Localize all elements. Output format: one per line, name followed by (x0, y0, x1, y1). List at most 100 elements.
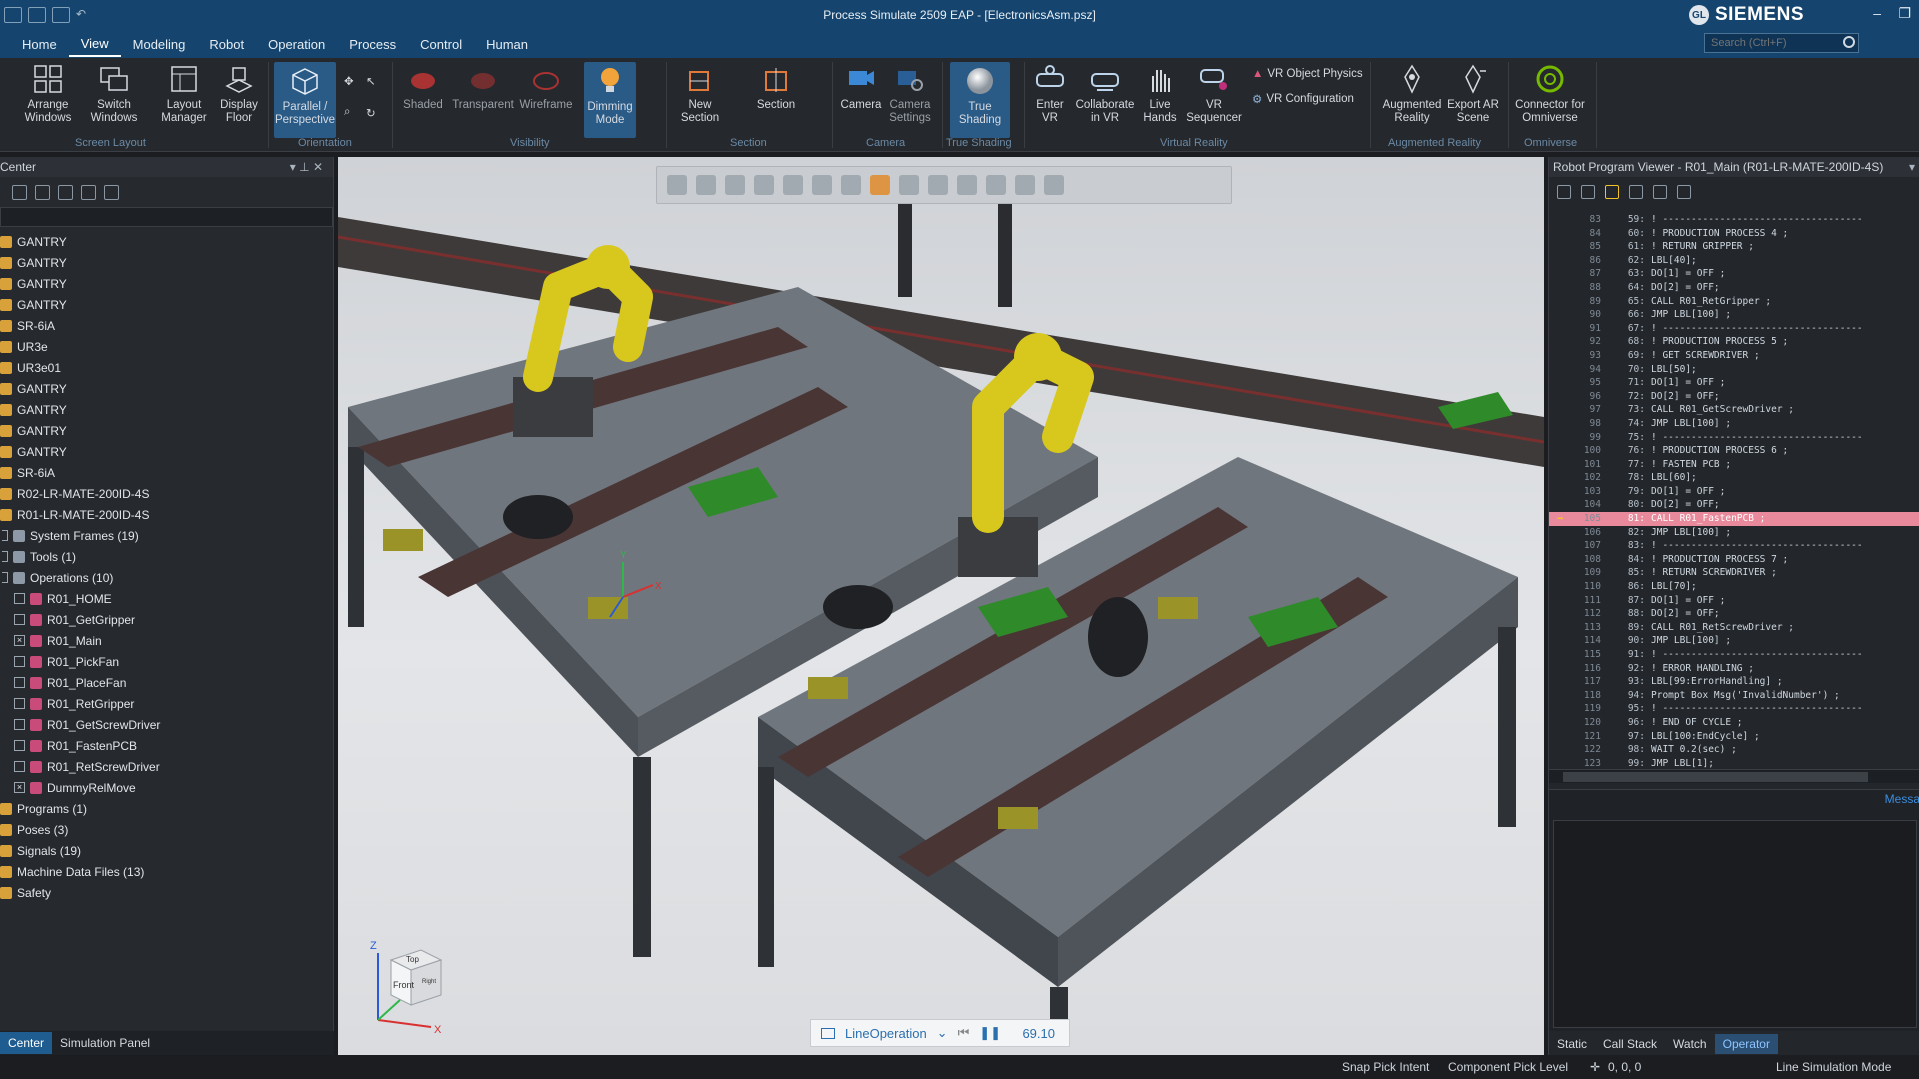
refresh-icon[interactable] (58, 184, 73, 200)
messages-title[interactable]: Messa (1885, 792, 1919, 806)
code-line[interactable]: 108 84: ! PRODUCTION PROCESS 7 ; (1549, 553, 1919, 567)
section-button[interactable]: Section (752, 62, 800, 112)
tree-item[interactable]: System Frames (19) (0, 525, 333, 546)
tab-center[interactable]: Center (0, 1032, 53, 1054)
tree-item[interactable]: R01_FastenPCB (0, 735, 333, 756)
tree-item[interactable]: Programs (1) (0, 798, 333, 819)
code-line[interactable]: 121 97: LBL[100:EndCycle] ; (1549, 730, 1919, 744)
program-list-icon[interactable] (1629, 185, 1643, 199)
checkbox[interactable] (14, 719, 25, 730)
orientation-cube[interactable]: Top Front Right Z X (366, 935, 456, 1035)
tree-item[interactable]: GANTRY (0, 378, 333, 399)
code-line[interactable]: 88 64: DO[2] = OFF; (1549, 281, 1919, 295)
tree-view-icon[interactable] (12, 184, 27, 200)
layout-manager-button[interactable]: Layout Manager (154, 62, 214, 125)
pause-button[interactable]: ❚❚ (979, 1025, 1001, 1041)
program-tree-icon[interactable] (1557, 185, 1571, 199)
code-line[interactable]: 100 76: ! PRODUCTION PROCESS 6 ; (1549, 444, 1919, 458)
code-line[interactable]: 85 61: ! RETURN GRIPPER ; (1549, 240, 1919, 254)
tab-view[interactable]: View (68, 32, 121, 57)
code-line[interactable]: 117 93: LBL[99:ErrorHandling] ; (1549, 675, 1919, 689)
rewind-button[interactable]: ⏮ (958, 1025, 970, 1041)
vr-object-physics-button[interactable]: ▲ VR Object Physics (1252, 68, 1363, 80)
code-line[interactable]: 106 82: JMP LBL[100] ; (1549, 526, 1919, 540)
tree-item[interactable]: R01_PlaceFan (0, 672, 333, 693)
cone-icon[interactable] (870, 175, 890, 195)
code-line[interactable]: 96 72: DO[2] = OFF; (1549, 390, 1919, 404)
code-line[interactable]: 95 71: DO[1] = OFF ; (1549, 376, 1919, 390)
tree-item[interactable]: GANTRY (0, 252, 333, 273)
code-line[interactable]: 107 83: ! --------------------------------… (1549, 539, 1919, 553)
tab-watch[interactable]: Watch (1665, 1034, 1715, 1054)
tree-item[interactable]: GANTRY (0, 231, 333, 252)
checkbox[interactable] (14, 698, 25, 709)
code-line[interactable]: 122 98: WAIT 0.2(sec) ; (1549, 743, 1919, 757)
tree-item[interactable]: GANTRY (0, 273, 333, 294)
tab-modeling[interactable]: Modeling (121, 33, 198, 56)
pan-icon[interactable]: ✥ (344, 74, 354, 88)
checkbox[interactable]: × (14, 782, 25, 793)
component-pick-level[interactable]: Component Pick Level (1448, 1060, 1568, 1074)
tree-item[interactable]: GANTRY (0, 294, 333, 315)
export-ar-button[interactable]: Export AR Scene (1442, 62, 1504, 125)
code-line[interactable]: 97 73: CALL R01_GetScrewDriver ; (1549, 403, 1919, 417)
parallel-perspective-button[interactable]: Parallel / Perspective (274, 62, 336, 138)
wireframe-button[interactable]: Wireframe (516, 62, 576, 112)
code-line[interactable]: 89 65: CALL R01_RetGripper ; (1549, 295, 1919, 309)
placement-icon[interactable] (1044, 175, 1064, 195)
checkbox[interactable] (14, 761, 25, 772)
zoom-in-icon[interactable] (667, 175, 687, 195)
code-line[interactable]: 116 92: ! ERROR HANDLING ; (1549, 662, 1919, 676)
tab-static[interactable]: Static (1549, 1034, 1595, 1054)
scrollbar-thumb[interactable] (1563, 772, 1868, 782)
tree-item[interactable]: GANTRY (0, 420, 333, 441)
filter-icon[interactable] (35, 184, 50, 200)
checkbox[interactable] (2, 530, 8, 541)
code-line[interactable]: 102 78: LBL[60]; (1549, 471, 1919, 485)
pick-icon[interactable] (841, 175, 861, 195)
search-input[interactable] (1704, 33, 1859, 53)
code-line[interactable]: 112 88: DO[2] = OFF; (1549, 607, 1919, 621)
code-line[interactable]: 101 77: ! FASTEN PCB ; (1549, 458, 1919, 472)
code-line[interactable]: 92 68: ! PRODUCTION PROCESS 5 ; (1549, 335, 1919, 349)
tree-item[interactable]: × R01_Main (0, 630, 333, 651)
new-section-button[interactable]: New Section (672, 62, 728, 125)
code-line[interactable]: 98 74: JMP LBL[100] ; (1549, 417, 1919, 431)
expand-icon[interactable] (104, 184, 119, 200)
code-line[interactable]: 93 69: ! GET SCREWDRIVER ; (1549, 349, 1919, 363)
tree-item[interactable]: Signals (19) (0, 840, 333, 861)
tab-operator[interactable]: Operator (1714, 1034, 1778, 1054)
checkbox[interactable] (14, 740, 25, 751)
checkbox[interactable] (14, 656, 25, 667)
tab-operation[interactable]: Operation (256, 33, 337, 56)
code-line[interactable]: 120 96: ! END OF CYCLE ; (1549, 716, 1919, 730)
dimming-mode-button[interactable]: Dimming Mode (584, 62, 636, 138)
tree-item[interactable]: R01_RetGripper (0, 693, 333, 714)
snap-pick-intent[interactable]: Snap Pick Intent (1342, 1060, 1429, 1074)
ruler-icon[interactable] (1015, 175, 1035, 195)
tab-control[interactable]: Control (408, 33, 474, 56)
tree-item[interactable]: SR-6iA (0, 315, 333, 336)
code-line[interactable]: 119 95: ! --------------------------------… (1549, 702, 1919, 716)
code-line[interactable]: 113 89: CALL R01_RetScrewDriver ; (1549, 621, 1919, 635)
scene-3d[interactable]: Y X (338, 157, 1544, 1055)
tab-process[interactable]: Process (337, 33, 408, 56)
code-line[interactable]: 111 87: DO[1] = OFF ; (1549, 594, 1919, 608)
code-line[interactable]: 90 66: JMP LBL[100] ; (1549, 308, 1919, 322)
code-line[interactable]: 94 70: LBL[50]; (1549, 363, 1919, 377)
tab-simulation-panel[interactable]: Simulation Panel (52, 1032, 158, 1054)
render-mode-icon[interactable] (783, 175, 803, 195)
tab-home[interactable]: Home (10, 33, 69, 56)
checkbox[interactable] (2, 551, 8, 562)
shaded-button[interactable]: Shaded (398, 62, 448, 112)
tree-item[interactable]: R02-LR-MATE-200ID-4S (0, 483, 333, 504)
tree-item[interactable]: Tools (1) (0, 546, 333, 567)
graphic-viewer[interactable]: Y X Top Front Right Z X LineOperation ⌄ … (338, 157, 1544, 1055)
simulation-mode[interactable]: Line Simulation Mode (1776, 1060, 1891, 1074)
camera-button[interactable]: Camera (836, 62, 886, 112)
checkbox[interactable] (14, 614, 25, 625)
checkbox[interactable] (2, 572, 8, 583)
connector-omniverse-button[interactable]: Connector for Omniverse (1510, 62, 1590, 125)
tree-filter-input[interactable] (0, 207, 333, 227)
component-icon[interactable] (957, 175, 977, 195)
